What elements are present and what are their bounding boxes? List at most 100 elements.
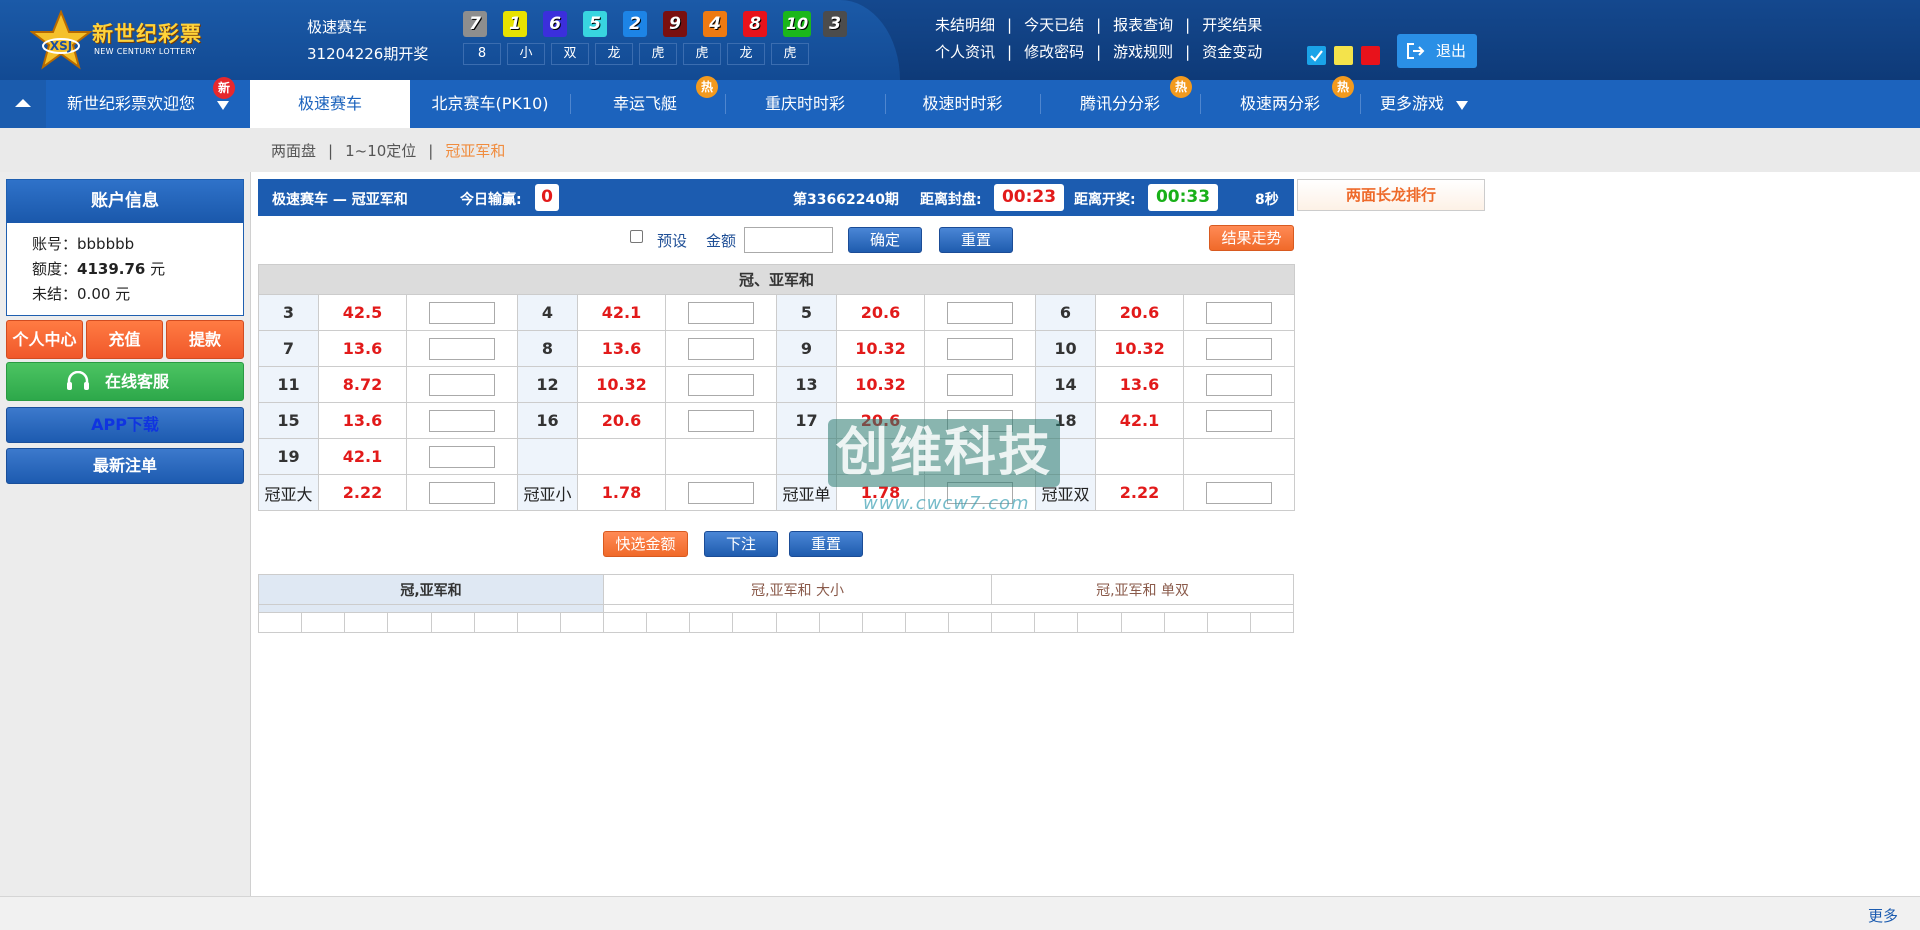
stats-tab-odd-even[interactable]: 冠,亚军和 单双 [991, 574, 1294, 605]
link-draw-results[interactable]: 开奖结果 [1202, 16, 1262, 34]
bet-odds[interactable]: 13.6 [318, 330, 407, 367]
bet-amount-input[interactable] [429, 373, 495, 396]
bet-odds[interactable]: 20.6 [836, 402, 925, 439]
bet-odds[interactable]: 1.78 [577, 474, 666, 511]
link-fund-changes[interactable]: 资金变动 [1202, 43, 1262, 61]
nav-tab-jisu-ssc[interactable]: 极速时时彩 [885, 80, 1040, 128]
bet-amount-input[interactable] [429, 481, 495, 504]
bet-amount-input[interactable] [429, 445, 495, 468]
bet-amount-input[interactable] [1206, 301, 1273, 324]
nav-tab-chongqing-ssc[interactable]: 重庆时时彩 [725, 80, 885, 128]
withdraw-button[interactable]: 提款 [166, 320, 244, 359]
link-unsettled[interactable]: 未结明细 [935, 16, 995, 34]
bet-odds[interactable]: 13.6 [1095, 366, 1184, 403]
bet-odds[interactable]: 10.32 [577, 366, 666, 403]
result-ball: 3 [823, 11, 847, 37]
bet-amount-input[interactable] [1206, 337, 1273, 360]
table-row: 7 13.6 8 13.6 9 10.32 10 10.32 [258, 330, 1296, 367]
bet-amount-input[interactable] [947, 373, 1013, 396]
logo[interactable]: XSJ 新世纪彩票 NEW CENTURY LOTTERY [30, 10, 201, 70]
bet-amount-input[interactable] [688, 337, 754, 360]
quota-row: 额度：4139.76 元 [32, 260, 166, 278]
bet-odds[interactable]: 42.1 [318, 438, 407, 475]
table-row: 3 42.5 4 42.1 5 20.6 6 20.6 [258, 294, 1296, 331]
theme-swatch-red[interactable] [1361, 46, 1380, 65]
bet-amount-input[interactable] [947, 409, 1013, 432]
link-personal-info[interactable]: 个人资讯 [935, 43, 995, 61]
bet-odds[interactable]: 13.6 [318, 402, 407, 439]
stats-tab-sum[interactable]: 冠,亚军和 [258, 574, 604, 605]
bet-amount-input[interactable] [429, 337, 495, 360]
result-summary-cell: 虎 [639, 43, 677, 65]
long-dragon-ranking[interactable]: 两面长龙排行 [1297, 179, 1485, 211]
bet-amount-input[interactable] [1206, 409, 1273, 432]
app-download-button[interactable]: APP下载 [6, 407, 244, 443]
theme-swatch-blue[interactable] [1307, 46, 1326, 65]
stats-tab-size[interactable]: 冠,亚军和 大小 [602, 574, 993, 605]
bet-odds[interactable]: 42.1 [577, 294, 666, 331]
bet-odds[interactable]: 1.78 [836, 474, 925, 511]
nav-more-games[interactable]: 更多游戏 [1362, 80, 1462, 128]
nav-tab-beijing-pk10[interactable]: 北京赛车(PK10) [410, 80, 570, 128]
quick-amount-button[interactable]: 快选金额 [603, 531, 688, 557]
link-reports[interactable]: 报表查询 [1113, 16, 1173, 34]
bet-amount-input[interactable] [688, 301, 754, 324]
bet-amount-input[interactable] [947, 337, 1013, 360]
bet-odds[interactable]: 20.6 [836, 294, 925, 331]
bet-amount-input[interactable] [429, 409, 495, 432]
bet-odds[interactable]: 2.22 [1095, 474, 1184, 511]
bet-amount-input[interactable] [1206, 373, 1273, 396]
subtab-position-1-10[interactable]: 1~10定位 [345, 142, 416, 160]
collapse-up-icon[interactable] [0, 80, 46, 128]
reset-bet-button[interactable]: 重置 [789, 531, 863, 557]
bet-amount-input[interactable] [688, 373, 754, 396]
online-service-button[interactable]: 在线客服 [6, 362, 244, 401]
preset-checkbox[interactable] [630, 230, 643, 243]
bet-amount-input[interactable] [688, 409, 754, 432]
latest-bets-button[interactable]: 最新注单 [6, 448, 244, 484]
link-game-rules[interactable]: 游戏规则 [1113, 43, 1173, 61]
bet-odds[interactable]: 13.6 [577, 330, 666, 367]
hot-badge: 热 [1170, 76, 1192, 98]
bet-amount-input[interactable] [688, 481, 754, 504]
game-info-bar: 极速赛车 — 冠亚军和 今日输赢: 0 第33662240期 距离封盘: 00:… [258, 179, 1294, 216]
footer-more-link[interactable]: 更多 [1868, 905, 1898, 926]
bet-amount-input[interactable] [947, 301, 1013, 324]
subtab-sum[interactable]: 冠亚军和 [445, 142, 505, 160]
place-bet-button[interactable]: 下注 [704, 531, 778, 557]
bet-amount-input[interactable] [1206, 481, 1273, 504]
nav-tab-jisu-saiche[interactable]: 极速赛车 [250, 80, 410, 128]
result-trend-button[interactable]: 结果走势 [1209, 225, 1294, 251]
logout-button[interactable]: 退出 [1397, 34, 1477, 68]
personal-center-button[interactable]: 个人中心 [6, 320, 83, 359]
refresh-timer[interactable]: 8秒 [1255, 189, 1279, 209]
bet-odds[interactable]: 20.6 [1095, 294, 1184, 331]
bet-amount-input[interactable] [947, 481, 1013, 504]
recharge-button[interactable]: 充值 [86, 320, 163, 359]
bet-odds[interactable]: 10.32 [1095, 330, 1184, 367]
confirm-button[interactable]: 确定 [848, 227, 922, 253]
link-change-password[interactable]: 修改密码 [1024, 43, 1084, 61]
chevron-down-icon[interactable] [1456, 101, 1468, 110]
bet-number: 15 [258, 402, 319, 439]
bet-odds[interactable]: 20.6 [577, 402, 666, 439]
bet-number: 4 [517, 294, 578, 331]
bet-odds[interactable]: 42.1 [1095, 402, 1184, 439]
bet-number: 10 [1035, 330, 1096, 367]
bet-odds[interactable]: 2.22 [318, 474, 407, 511]
headset-icon [67, 371, 89, 390]
theme-swatch-yellow[interactable] [1334, 46, 1353, 65]
amount-input[interactable] [744, 227, 833, 253]
draw-countdown-label: 距离开奖: [1074, 192, 1136, 208]
bet-odds[interactable]: 10.32 [836, 366, 925, 403]
subtab-two-sides[interactable]: 两面盘 [271, 142, 316, 160]
bet-odds[interactable]: 10.32 [836, 330, 925, 367]
chevron-down-icon[interactable] [217, 101, 229, 110]
nav-welcome[interactable]: 新世纪彩票欢迎您 [56, 80, 206, 128]
bet-odds[interactable]: 8.72 [318, 366, 407, 403]
link-today-settled[interactable]: 今天已结 [1024, 16, 1084, 34]
bet-amount-input[interactable] [429, 301, 495, 324]
reset-button[interactable]: 重置 [939, 227, 1013, 253]
quota-value: 4139.76 [77, 260, 146, 278]
bet-odds[interactable]: 42.5 [318, 294, 407, 331]
